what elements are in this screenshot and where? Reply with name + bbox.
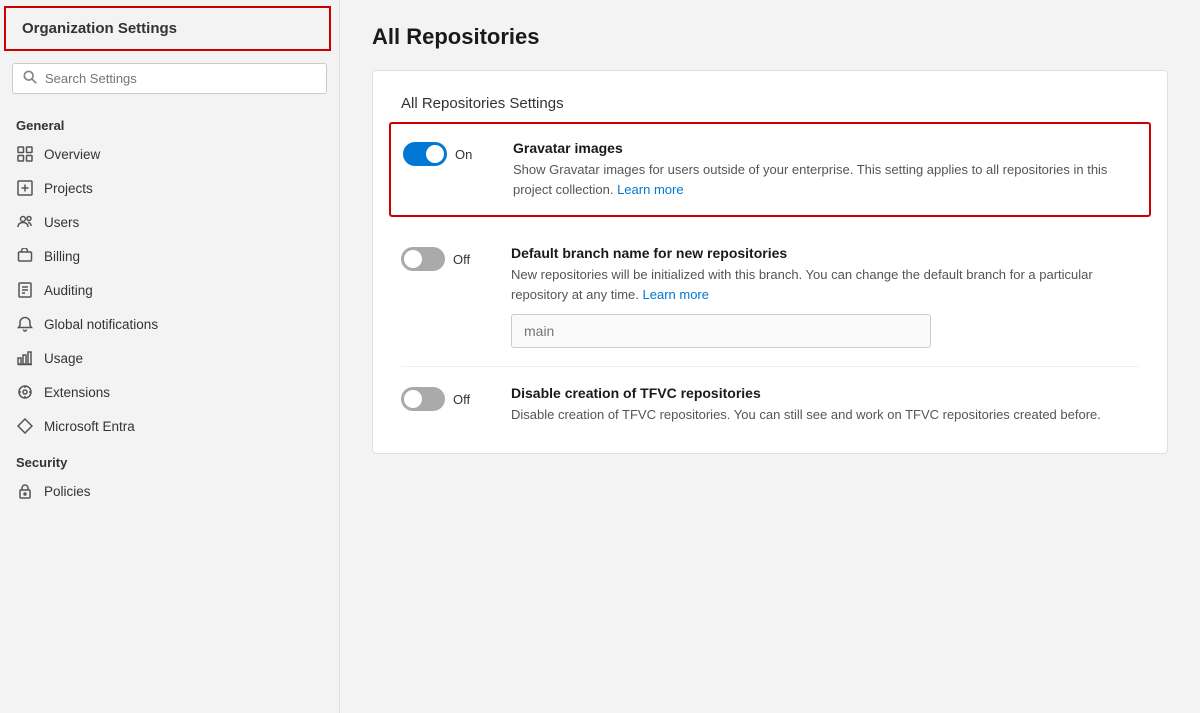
sidebar-item-label: Global notifications xyxy=(44,317,158,332)
setting-row-tfvc: Off Disable creation of TFVC repositorie… xyxy=(401,367,1139,429)
setting-row-default-branch: Off Default branch name for new reposito… xyxy=(401,227,1139,367)
gravatar-toggle-area: On xyxy=(403,140,493,166)
branch-toggle-label: Off xyxy=(453,252,470,267)
sidebar: Organization Settings General Overview xyxy=(0,0,340,713)
branch-desc: New repositories will be initialized wit… xyxy=(511,265,1139,304)
sidebar-item-label: Overview xyxy=(44,147,100,162)
sidebar-item-label: Projects xyxy=(44,181,93,196)
sidebar-item-microsoft-entra[interactable]: Microsoft Entra xyxy=(0,409,339,443)
branch-name-input[interactable] xyxy=(511,314,931,348)
branch-title: Default branch name for new repositories xyxy=(511,245,1139,261)
sidebar-item-label: Auditing xyxy=(44,283,93,298)
card-section-title: All Repositories Settings xyxy=(401,95,1139,112)
gravatar-info: Gravatar images Show Gravatar images for… xyxy=(513,140,1137,199)
plus-square-icon xyxy=(16,179,34,197)
doc-icon xyxy=(16,281,34,299)
sidebar-item-billing[interactable]: Billing xyxy=(0,239,339,273)
chart-icon xyxy=(16,349,34,367)
sidebar-item-overview[interactable]: Overview xyxy=(0,137,339,171)
tfvc-desc: Disable creation of TFVC repositories. Y… xyxy=(511,405,1139,425)
branch-learn-more[interactable]: Learn more xyxy=(643,287,709,302)
sidebar-item-label: Policies xyxy=(44,484,91,499)
lock-icon xyxy=(16,482,34,500)
branch-toggle-area: Off xyxy=(401,245,491,271)
page-title: All Repositories xyxy=(372,24,1168,50)
gravatar-toggle-label: On xyxy=(455,147,472,162)
gravatar-toggle[interactable] xyxy=(403,142,447,166)
search-box[interactable] xyxy=(12,63,327,94)
gear-circle-icon xyxy=(16,383,34,401)
gravatar-title: Gravatar images xyxy=(513,140,1137,156)
search-icon xyxy=(23,70,37,87)
sidebar-item-global-notifications[interactable]: Global notifications xyxy=(0,307,339,341)
section-label-general: General xyxy=(0,110,339,137)
section-label-security: Security xyxy=(0,447,339,474)
main-content: All Repositories All Repositories Settin… xyxy=(340,0,1200,713)
tfvc-toggle[interactable] xyxy=(401,387,445,411)
sidebar-item-label: Users xyxy=(44,215,79,230)
setting-row-gravatar: On Gravatar images Show Gravatar images … xyxy=(389,122,1151,217)
sidebar-item-users[interactable]: Users xyxy=(0,205,339,239)
tfvc-toggle-area: Off xyxy=(401,385,491,411)
cart-icon xyxy=(16,247,34,265)
org-settings-title: Organization Settings xyxy=(4,6,331,51)
sidebar-item-auditing[interactable]: Auditing xyxy=(0,273,339,307)
settings-card: All Repositories Settings On Gravatar im… xyxy=(372,70,1168,454)
sidebar-item-policies[interactable]: Policies xyxy=(0,474,339,508)
sidebar-item-extensions[interactable]: Extensions xyxy=(0,375,339,409)
gravatar-learn-more[interactable]: Learn more xyxy=(617,182,683,197)
gravatar-desc: Show Gravatar images for users outside o… xyxy=(513,160,1137,199)
grid-icon xyxy=(16,145,34,163)
tfvc-info: Disable creation of TFVC repositories Di… xyxy=(511,385,1139,425)
diamond-icon xyxy=(16,417,34,435)
tfvc-toggle-label: Off xyxy=(453,392,470,407)
sidebar-item-usage[interactable]: Usage xyxy=(0,341,339,375)
tfvc-title: Disable creation of TFVC repositories xyxy=(511,385,1139,401)
bell-icon xyxy=(16,315,34,333)
sidebar-item-label: Billing xyxy=(44,249,80,264)
branch-info: Default branch name for new repositories… xyxy=(511,245,1139,348)
branch-toggle[interactable] xyxy=(401,247,445,271)
search-input[interactable] xyxy=(45,71,316,86)
sidebar-item-label: Microsoft Entra xyxy=(44,419,135,434)
users-icon xyxy=(16,213,34,231)
sidebar-item-label: Usage xyxy=(44,351,83,366)
sidebar-item-label: Extensions xyxy=(44,385,110,400)
sidebar-item-projects[interactable]: Projects xyxy=(0,171,339,205)
